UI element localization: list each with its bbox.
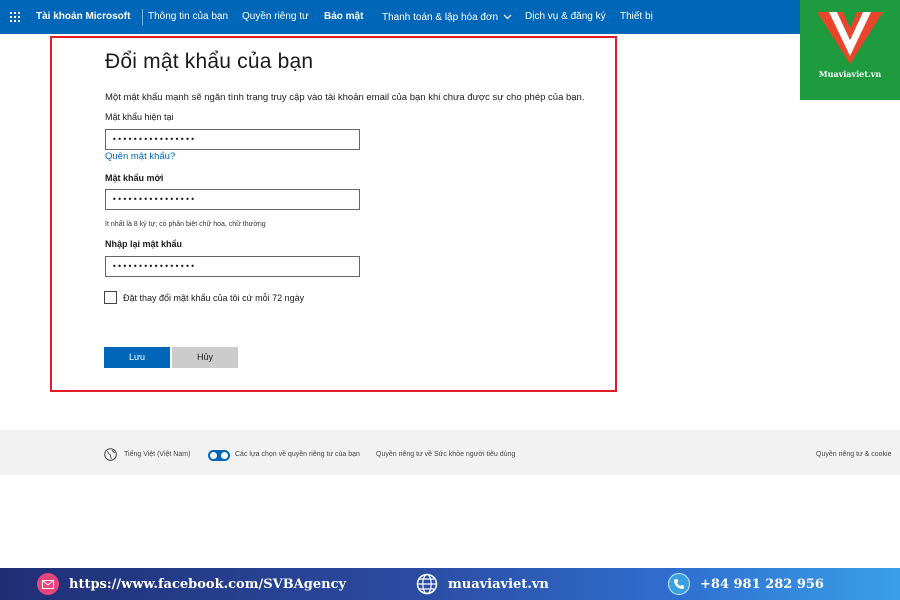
privacy-choices-toggle-icon[interactable] bbox=[208, 450, 230, 461]
expire-password-label: Đặt thay đổi mật khẩu của tôi cứ mỗi 72 … bbox=[123, 293, 305, 303]
globe-icon bbox=[104, 448, 117, 461]
confirm-password-input[interactable]: •••••••••••••••• bbox=[105, 256, 360, 277]
app-launcher-icon[interactable] bbox=[0, 0, 30, 34]
nav-item-privacy[interactable]: Quyền riêng tư bbox=[242, 0, 309, 34]
intro-text: Một mật khẩu mạnh sẽ ngăn tình trạng tru… bbox=[105, 92, 585, 103]
nav-item-payment-billing[interactable]: Thanh toán & lập hóa đơn bbox=[382, 0, 512, 34]
website-url: muaviaviet.vn bbox=[448, 576, 549, 592]
website-contact[interactable]: muaviaviet.vn bbox=[416, 568, 549, 600]
current-password-input[interactable]: •••••••••••••••• bbox=[105, 129, 360, 150]
privacy-choices-link[interactable]: Các lựa chọn về quyền riêng tư của bạn bbox=[235, 451, 360, 458]
nav-item-devices[interactable]: Thiết bị bbox=[620, 0, 653, 34]
privacy-cookies-link[interactable]: Quyền riêng tư & cookie bbox=[816, 451, 892, 458]
facebook-contact[interactable]: https://www.facebook.com/SVBAgency bbox=[37, 568, 346, 600]
contact-banner: https://www.facebook.com/SVBAgency muavi… bbox=[0, 568, 900, 600]
muaviaviet-logo: Muaviaviet.vn bbox=[800, 0, 900, 100]
save-button[interactable]: Lưu bbox=[104, 347, 170, 368]
page-title: Đổi mật khẩu của bạn bbox=[105, 50, 314, 73]
forgot-password-link[interactable]: Quên mật khẩu? bbox=[105, 151, 175, 162]
nav-item-your-info[interactable]: Thông tin của bạn bbox=[148, 0, 228, 34]
current-password-label: Mật khẩu hiện tại bbox=[105, 112, 174, 122]
health-privacy-link[interactable]: Quyền riêng tư về Sức khỏe người tiêu dù… bbox=[376, 451, 515, 458]
cancel-button[interactable]: Hủy bbox=[172, 347, 238, 368]
password-hint: Ít nhất là 8 ký tự; có phân biệt chữ hoa… bbox=[105, 221, 266, 228]
nav-item-payment-billing-label: Thanh toán & lập hóa đơn bbox=[382, 12, 499, 23]
logo-mark-icon bbox=[817, 12, 883, 64]
nav-item-services-subscriptions[interactable]: Dịch vụ & đăng ký bbox=[525, 0, 606, 34]
mail-icon bbox=[37, 573, 59, 595]
top-navigation-bar: Tài khoản Microsoft Thông tin của bạn Qu… bbox=[0, 0, 900, 34]
new-password-label: Mật khẩu mới bbox=[105, 173, 164, 183]
phone-contact[interactable]: +84 981 282 956 bbox=[668, 568, 824, 600]
new-password-input[interactable]: •••••••••••••••• bbox=[105, 189, 360, 210]
globe-icon bbox=[416, 573, 438, 595]
language-selector[interactable]: Tiếng Việt (Việt Nam) bbox=[124, 451, 190, 458]
brand-title[interactable]: Tài khoản Microsoft bbox=[30, 9, 144, 25]
page-footer: Tiếng Việt (Việt Nam) Các lựa chọn về qu… bbox=[0, 430, 900, 475]
logo-text: Muaviaviet.vn bbox=[818, 69, 882, 79]
phone-icon bbox=[668, 573, 690, 595]
nav-item-security[interactable]: Bảo mật bbox=[324, 0, 363, 34]
phone-number: +84 981 282 956 bbox=[700, 576, 824, 592]
chevron-down-icon bbox=[503, 0, 512, 34]
highlight-frame bbox=[50, 36, 617, 392]
facebook-url: https://www.facebook.com/SVBAgency bbox=[69, 576, 347, 592]
expire-password-checkbox[interactable] bbox=[104, 291, 117, 304]
page-root: Tài khoản Microsoft Thông tin của bạn Qu… bbox=[0, 0, 900, 600]
confirm-password-label: Nhập lại mật khẩu bbox=[105, 239, 183, 249]
